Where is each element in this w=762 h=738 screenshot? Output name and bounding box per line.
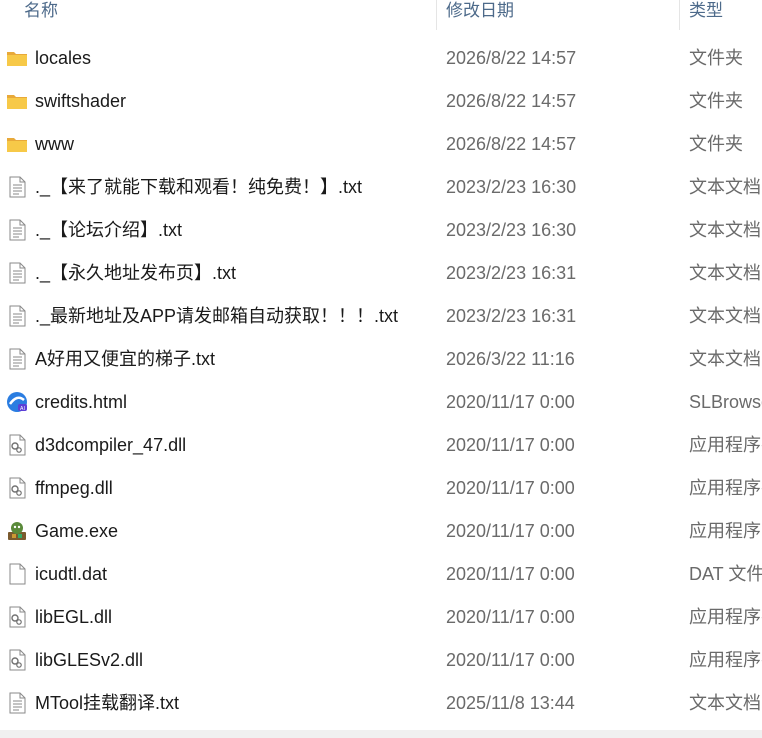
svg-text:AI: AI xyxy=(20,406,25,412)
file-modified-date: 2020/11/17 0:00 xyxy=(446,564,575,584)
file-modified-date: 2020/11/17 0:00 xyxy=(446,435,575,455)
file-type: SLBrowser xyxy=(689,392,762,412)
file-name: ._【论坛介绍】.txt xyxy=(35,220,183,240)
file-name: libEGL.dll xyxy=(35,607,113,627)
file-name: MTool挂载翻译.txt xyxy=(35,693,180,713)
column-divider[interactable] xyxy=(679,0,680,30)
file-type: 文本文档 xyxy=(689,349,761,369)
horizontal-scrollbar[interactable] xyxy=(0,730,762,738)
file-name: icudtl.dat xyxy=(35,564,108,584)
file-type: 文本文档 xyxy=(689,220,761,240)
column-header-type[interactable]: 类型 xyxy=(689,0,723,26)
file-type: 应用程序扩展 xyxy=(689,435,762,455)
blank-file-icon xyxy=(6,563,28,585)
game-exe-icon xyxy=(6,520,28,542)
column-header-date[interactable]: 修改日期 xyxy=(446,0,514,26)
file-modified-date: 2020/11/17 0:00 xyxy=(446,521,575,541)
file-list: locales 2026/8/22 14:57 文件夹 swiftshader 2026… xyxy=(0,37,762,725)
file-modified-date: 2026/8/22 14:57 xyxy=(446,48,577,68)
file-name: credits.html xyxy=(35,392,128,412)
file-modified-date: 2023/2/23 16:31 xyxy=(446,263,577,283)
file-modified-date: 2020/11/17 0:00 xyxy=(446,650,575,670)
file-modified-date: 2026/8/22 14:57 xyxy=(446,134,577,154)
file-type: 文件夹 xyxy=(689,48,743,68)
column-header-name[interactable]: 名称 xyxy=(24,0,58,26)
file-name: Game.exe xyxy=(35,521,119,541)
file-row[interactable]: Game.exe 2020/11/17 0:00 应用程序 xyxy=(0,510,762,553)
file-modified-date: 2023/2/23 16:31 xyxy=(446,306,577,326)
file-name: ._【来了就能下载和观看！纯免费！】.txt xyxy=(35,177,363,197)
file-type: 文本文档 xyxy=(689,263,761,283)
text-file-icon xyxy=(6,348,28,370)
file-row[interactable]: ffmpeg.dll 2020/11/17 0:00 应用程序扩展 xyxy=(0,467,762,510)
file-type: 应用程序扩展 xyxy=(689,478,762,498)
file-row[interactable]: ._【论坛介绍】.txt 2023/2/23 16:30 文本文档 xyxy=(0,209,762,252)
text-file-icon xyxy=(6,262,28,284)
folder-icon xyxy=(6,133,28,155)
file-name: www xyxy=(35,134,74,154)
dll-icon xyxy=(6,434,28,456)
file-row[interactable]: www 2026/8/22 14:57 文件夹 xyxy=(0,123,762,166)
file-name: A好用又便宜的梯子.txt xyxy=(35,349,216,369)
dll-icon xyxy=(6,606,28,628)
file-name: libGLESv2.dll xyxy=(35,650,144,670)
file-modified-date: 2025/11/8 13:44 xyxy=(446,693,575,713)
file-modified-date: 2023/2/23 16:30 xyxy=(446,220,577,240)
column-divider[interactable] xyxy=(436,0,437,30)
file-row[interactable]: A好用又便宜的梯子.txt 2026/3/22 11:16 文本文档 xyxy=(0,338,762,381)
file-type: 应用程序 xyxy=(689,521,761,541)
file-row[interactable]: ._【来了就能下载和观看！纯免费！】.txt 2023/2/23 16:30 文本文… xyxy=(0,166,762,209)
file-modified-date: 2020/11/17 0:00 xyxy=(446,607,575,627)
file-name: locales xyxy=(35,48,92,68)
file-modified-date: 2026/3/22 11:16 xyxy=(446,349,575,369)
file-type: 文本文档 xyxy=(689,306,761,326)
text-file-icon xyxy=(6,692,28,714)
file-row[interactable]: ._【永久地址发布页】.txt 2023/2/23 16:31 文本文档 xyxy=(0,252,762,295)
file-name: d3dcompiler_47.dll xyxy=(35,435,187,455)
folder-icon xyxy=(6,90,28,112)
file-name: ._最新地址及APP请发邮箱自动获取！！！.txt xyxy=(35,306,399,326)
file-row[interactable]: locales 2026/8/22 14:57 文件夹 xyxy=(0,37,762,80)
text-file-icon xyxy=(6,305,28,327)
file-type: 应用程序扩展 xyxy=(689,650,762,670)
file-type: 文本文档 xyxy=(689,693,761,713)
dll-icon xyxy=(6,649,28,671)
file-row[interactable]: libEGL.dll 2020/11/17 0:00 应用程序扩展 xyxy=(0,596,762,639)
file-row[interactable]: icudtl.dat 2020/11/17 0:00 DAT 文件 xyxy=(0,553,762,596)
text-file-icon xyxy=(6,219,28,241)
file-row[interactable]: d3dcompiler_47.dll 2020/11/17 0:00 应用程序扩展 xyxy=(0,424,762,467)
file-modified-date: 2020/11/17 0:00 xyxy=(446,392,575,412)
file-name: swiftshader xyxy=(35,91,127,111)
column-header-bar: 名称 修改日期 类型 xyxy=(0,0,762,30)
folder-icon xyxy=(6,47,28,69)
dll-icon xyxy=(6,477,28,499)
file-modified-date: 2026/8/22 14:57 xyxy=(446,91,577,111)
file-type: 文件夹 xyxy=(689,91,743,111)
file-modified-date: 2020/11/17 0:00 xyxy=(446,478,575,498)
file-row[interactable]: AI credits.html 2020/11/17 0:00 SLBrowser xyxy=(0,381,762,424)
file-row[interactable]: swiftshader 2026/8/22 14:57 文件夹 xyxy=(0,80,762,123)
file-type: 文本文档 xyxy=(689,177,761,197)
file-name: ffmpeg.dll xyxy=(35,478,113,498)
file-type: 文件夹 xyxy=(689,134,743,154)
file-type: DAT 文件 xyxy=(689,564,762,584)
file-row[interactable]: ._最新地址及APP请发邮箱自动获取！！！.txt 2023/2/23 16:31… xyxy=(0,295,762,338)
file-modified-date: 2023/2/23 16:30 xyxy=(446,177,577,197)
file-row[interactable]: libGLESv2.dll 2020/11/17 0:00 应用程序扩展 xyxy=(0,639,762,682)
slbrowser-icon: AI xyxy=(6,391,28,413)
file-row[interactable]: MTool挂载翻译.txt 2025/11/8 13:44 文本文档 xyxy=(0,682,762,725)
text-file-icon xyxy=(6,176,28,198)
file-name: ._【永久地址发布页】.txt xyxy=(35,263,237,283)
file-type: 应用程序扩展 xyxy=(689,607,762,627)
